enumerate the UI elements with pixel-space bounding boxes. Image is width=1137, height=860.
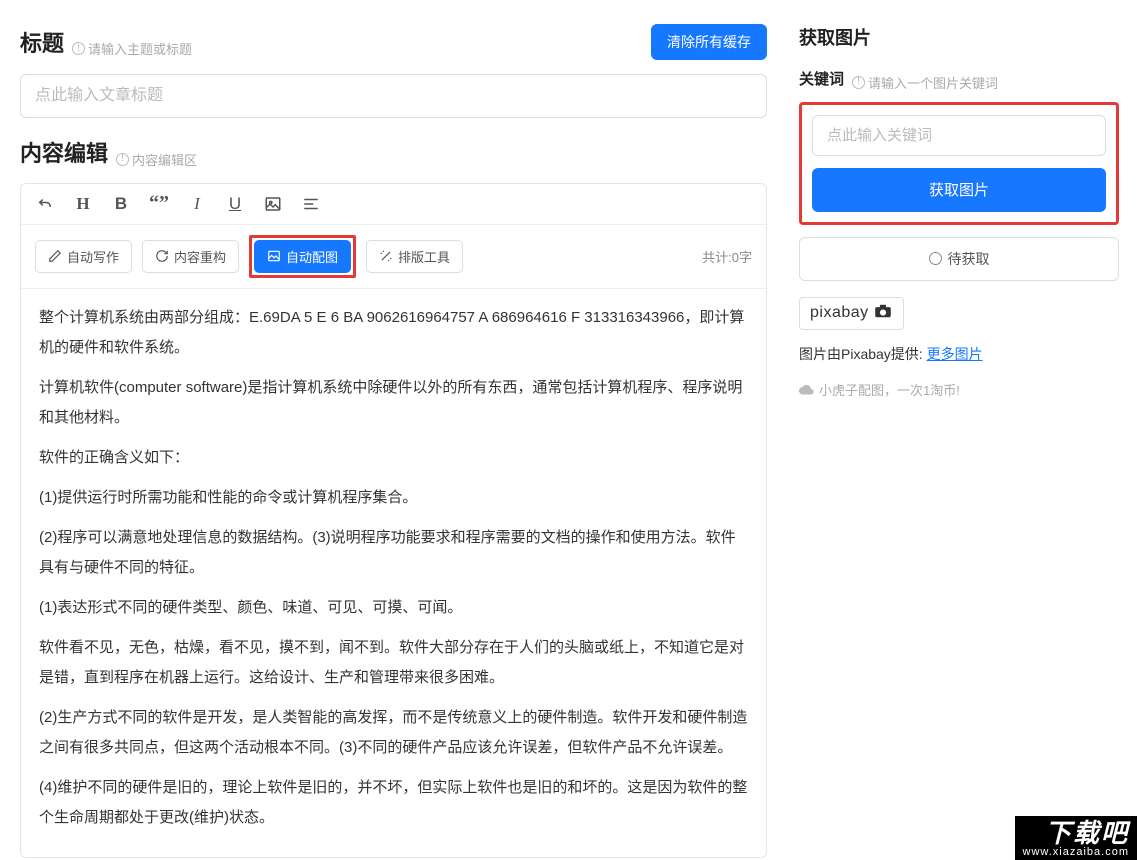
wand-icon bbox=[379, 249, 393, 263]
quote-icon[interactable]: “” bbox=[149, 194, 169, 214]
auto-write-button[interactable]: 自动写作 bbox=[35, 240, 132, 273]
sidebar-title: 获取图片 bbox=[799, 24, 1119, 50]
pending-button[interactable]: 待获取 bbox=[799, 237, 1119, 281]
layout-tool-button[interactable]: 排版工具 bbox=[366, 240, 463, 273]
title-section-header: 标题 ! 请输入主题或标题 清除所有缓存 bbox=[20, 24, 767, 60]
bold-icon[interactable]: B bbox=[111, 194, 131, 214]
pencil-icon bbox=[48, 249, 62, 263]
highlighted-auto-image: 自动配图 bbox=[249, 235, 356, 278]
editor-box: H B “” I U 自动写作 内容重构 bbox=[20, 183, 767, 858]
clear-cache-button[interactable]: 清除所有缓存 bbox=[651, 24, 767, 60]
italic-icon[interactable]: I bbox=[187, 194, 207, 214]
fetch-image-button[interactable]: 获取图片 bbox=[812, 168, 1106, 212]
undo-icon[interactable] bbox=[35, 194, 55, 214]
provider-line: 图片由Pixabay提供: 更多图片 bbox=[799, 344, 1119, 364]
paragraph: (2)生产方式不同的软件是开发，是人类智能的高发挥，而不是传统意义上的硬件制造。… bbox=[39, 703, 748, 763]
word-count: 共计:0字 bbox=[702, 247, 752, 266]
cloud-icon bbox=[799, 384, 814, 395]
auto-image-button[interactable]: 自动配图 bbox=[254, 240, 351, 273]
pixabay-badge: pixabay bbox=[799, 297, 904, 330]
more-images-link[interactable]: 更多图片 bbox=[927, 346, 983, 362]
action-toolbar: 自动写作 内容重构 自动配图 排版工具 共计:0字 bbox=[21, 225, 766, 289]
keyword-input[interactable] bbox=[812, 115, 1106, 156]
footer-note: 小虎子配图，一次1淘币! bbox=[799, 380, 1119, 399]
info-icon: ! bbox=[852, 76, 865, 89]
paragraph: (1)提供运行时所需功能和性能的命令或计算机程序集合。 bbox=[39, 483, 748, 513]
watermark: 下载吧 www.xiazaiba.com bbox=[1015, 816, 1137, 860]
underline-icon[interactable]: U bbox=[225, 194, 245, 214]
info-icon: ! bbox=[116, 153, 129, 166]
picture-icon bbox=[267, 249, 281, 263]
content-section-header: 内容编辑 ! 内容编辑区 bbox=[20, 136, 767, 169]
highlighted-keyword-box: 获取图片 bbox=[799, 102, 1119, 225]
paragraph: 计算机软件(computer software)是指计算机系统中除硬件以外的所有… bbox=[39, 373, 748, 433]
editor-content[interactable]: 整个计算机系统由两部分组成：E.69DA 5 E 6 BA 9062616964… bbox=[21, 289, 766, 857]
paragraph: 整个计算机系统由两部分组成：E.69DA 5 E 6 BA 9062616964… bbox=[39, 303, 748, 363]
title-hint: ! 请输入主题或标题 bbox=[72, 39, 192, 58]
restructure-button[interactable]: 内容重构 bbox=[142, 240, 239, 273]
info-icon: ! bbox=[72, 42, 85, 55]
align-icon[interactable] bbox=[301, 194, 321, 214]
paragraph: 软件看不见，无色，枯燥，看不见，摸不到，闻不到。软件大部分存在于人们的头脑或纸上… bbox=[39, 633, 748, 693]
paragraph: (2)程序可以满意地处理信息的数据结构。(3)说明程序功能要求和程序需要的文档的… bbox=[39, 523, 748, 583]
content-label: 内容编辑 bbox=[20, 136, 108, 168]
format-toolbar: H B “” I U bbox=[21, 184, 766, 225]
paragraph: (1)表达形式不同的硬件类型、颜色、味道、可见、可摸、可闻。 bbox=[39, 593, 748, 623]
camera-icon bbox=[873, 304, 893, 323]
keyword-hint: ! 请输入一个图片关键词 bbox=[852, 73, 998, 92]
circle-icon bbox=[929, 252, 942, 265]
heading-icon[interactable]: H bbox=[73, 194, 93, 214]
paragraph: 软件的正确含义如下： bbox=[39, 443, 748, 473]
keyword-label: 关键词 bbox=[799, 68, 844, 89]
article-title-input[interactable] bbox=[20, 74, 767, 118]
image-icon[interactable] bbox=[263, 194, 283, 214]
paragraph: (4)维护不同的硬件是旧的，理论上软件是旧的，并不坏，但实际上软件也是旧的和坏的… bbox=[39, 773, 748, 833]
title-label: 标题 bbox=[20, 26, 64, 58]
refresh-icon bbox=[155, 249, 169, 263]
content-hint: ! 内容编辑区 bbox=[116, 150, 197, 169]
